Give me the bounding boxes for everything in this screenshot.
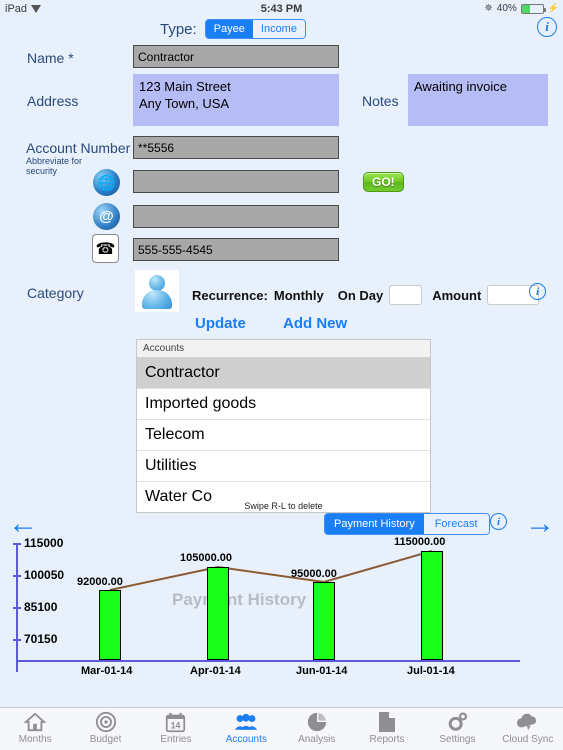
battery-percent: 40%	[496, 3, 517, 14]
accounts-table[interactable]: Accounts Contractor Imported goods Telec…	[136, 339, 431, 513]
segment-income[interactable]: Income	[252, 20, 305, 38]
bar-value-label: 105000.00	[180, 552, 232, 564]
address-label: Address	[27, 93, 79, 109]
tab-label: Settings	[439, 734, 476, 745]
account-number-sublabel: Abbreviate for security	[26, 156, 83, 176]
table-row[interactable]: Telecom	[137, 420, 430, 451]
tab-label: Budget	[89, 734, 122, 745]
recurrence-label: Recurrence:	[192, 287, 268, 303]
charging-icon: ⚡	[547, 3, 559, 13]
type-label: Type:	[160, 20, 197, 38]
battery-icon	[520, 3, 546, 14]
x-tick-label: Jun-01-14	[296, 665, 348, 677]
tab-reports[interactable]: Reports	[352, 711, 422, 745]
tab-label: Months	[18, 734, 52, 745]
segment-payee[interactable]: Payee	[205, 20, 253, 38]
chart-info-icon[interactable]: i	[490, 513, 507, 530]
payment-history-chart: 115000 100050 85100 70150 Payment Histor…	[0, 532, 563, 684]
swipe-hint: Swipe R-L to delete	[244, 501, 323, 511]
name-input[interactable]: Contractor	[133, 45, 339, 68]
email-input[interactable]	[133, 205, 339, 228]
at-icon[interactable]: @	[93, 203, 120, 230]
tab-settings[interactable]: Settings	[422, 711, 492, 745]
segment-payment-history[interactable]: Payment History	[325, 514, 424, 534]
type-segmented-control[interactable]: Payee Income	[204, 19, 306, 39]
accounts-table-header: Accounts	[137, 340, 430, 358]
notes-label: Notes	[362, 93, 399, 109]
add-new-button[interactable]: Add New	[283, 315, 347, 332]
status-right: ✵ 40% ⚡	[484, 3, 559, 14]
x-tick-label: Jul-01-14	[407, 665, 455, 677]
address-input[interactable]: 123 Main Street Any Town, USA	[133, 74, 339, 126]
bar-value-label: 95000.00	[291, 568, 337, 580]
status-bar: iPad 5:43 PM ✵ 40% ⚡	[0, 0, 563, 17]
account-number-input[interactable]: **5556	[133, 136, 339, 159]
name-label: Name *	[27, 50, 74, 66]
phone-input[interactable]: 555-555-4545	[133, 238, 339, 261]
table-row[interactable]: Utilities	[137, 451, 430, 482]
segment-forecast[interactable]: Forecast	[423, 514, 489, 534]
on-day-label: On Day	[337, 287, 384, 303]
person-icon[interactable]	[135, 270, 179, 312]
tab-accounts[interactable]: Accounts	[211, 711, 281, 745]
tab-analysis[interactable]: Analysis	[282, 711, 352, 745]
people-icon	[234, 711, 258, 733]
go-button[interactable]: GO!	[363, 172, 404, 192]
piechart-icon	[306, 711, 328, 733]
globe-icon[interactable]: 🌐	[93, 169, 120, 196]
tab-label: Entries	[160, 734, 192, 745]
tab-label: Analysis	[298, 734, 336, 745]
svg-text:14: 14	[171, 720, 181, 730]
target-icon	[95, 711, 117, 733]
document-icon	[378, 711, 396, 733]
type-row: Type: Payee Income	[160, 19, 306, 39]
amount-label: Amount	[432, 287, 482, 303]
calendar-icon: 14	[165, 711, 186, 733]
recurrence-value[interactable]: Monthly	[274, 288, 324, 303]
tab-budget[interactable]: Budget	[71, 711, 141, 745]
tab-months[interactable]: Months	[0, 711, 70, 745]
bar	[207, 567, 229, 660]
cloud-icon	[516, 711, 540, 733]
status-clock: 5:43 PM	[260, 2, 303, 15]
tab-entries[interactable]: 14 Entries	[141, 711, 211, 745]
bar-value-label: 92000.00	[77, 576, 123, 588]
gears-icon	[446, 711, 469, 733]
phone-icon[interactable]: ☎	[92, 234, 119, 263]
table-row[interactable]: Contractor	[137, 358, 430, 389]
trend-line	[109, 550, 433, 591]
tab-label: Cloud Sync	[502, 734, 554, 745]
on-day-input[interactable]	[389, 285, 423, 305]
website-input[interactable]	[133, 170, 339, 193]
bar	[313, 582, 335, 660]
x-tick-label: Mar-01-14	[81, 665, 133, 677]
category-label: Category	[27, 285, 84, 301]
header-info-icon[interactable]: i	[537, 17, 557, 37]
tab-bar: Months Budget 14 Entries Accounts Analys…	[0, 707, 563, 750]
bar-value-label: 115000.00	[394, 536, 446, 548]
tab-label: Accounts	[225, 734, 267, 745]
notes-input[interactable]: Awaiting invoice	[408, 74, 548, 126]
bluetooth-icon: ✵	[484, 3, 493, 14]
home-icon	[24, 711, 47, 733]
x-tick-label: Apr-01-14	[190, 665, 241, 677]
account-number-label: Account Number	[26, 140, 131, 156]
tab-cloud-sync[interactable]: Cloud Sync	[493, 711, 563, 745]
bar	[99, 590, 121, 660]
category-info-icon[interactable]: i	[529, 283, 546, 300]
bar	[421, 551, 443, 660]
table-row[interactable]: Imported goods	[137, 389, 430, 420]
recurrence-row: Recurrence: Monthly On Day Amount	[192, 285, 540, 305]
update-button[interactable]: Update	[195, 315, 246, 332]
tab-label: Reports	[369, 734, 405, 745]
